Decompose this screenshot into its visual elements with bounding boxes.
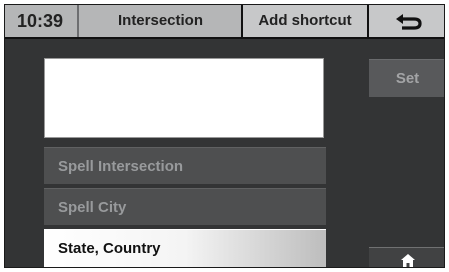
back-button[interactable] [367, 5, 444, 37]
nav-screen: 10:39 Intersection Add shortcut Spell In… [4, 4, 445, 268]
add-shortcut-button[interactable]: Add shortcut [241, 5, 367, 37]
spell-intersection-button[interactable]: Spell Intersection [44, 147, 326, 184]
clock: 10:39 [16, 11, 64, 31]
top-bar: 10:39 Intersection Add shortcut [5, 5, 444, 39]
spell-city-button[interactable]: Spell City [44, 188, 326, 225]
page-title: Intersection [77, 5, 242, 37]
set-button[interactable]: Set [369, 59, 444, 97]
intersection-name-field[interactable] [44, 58, 324, 138]
state-country-button[interactable]: State, Country [44, 229, 326, 267]
back-arrow-icon [396, 14, 422, 30]
home-button[interactable] [369, 247, 444, 267]
home-icon [401, 254, 415, 267]
